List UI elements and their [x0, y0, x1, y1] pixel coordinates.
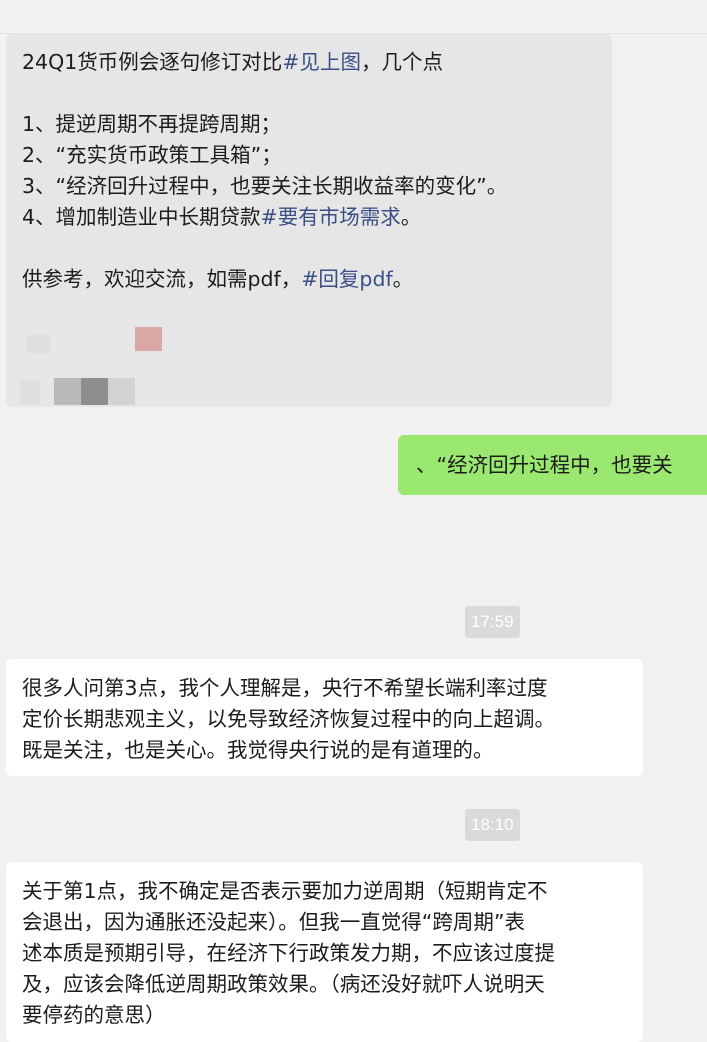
message-line: 2、“充实货币政策工具箱”；	[22, 143, 282, 167]
timestamp: 17:59	[465, 606, 520, 638]
redacted-mosaic-image	[26, 335, 50, 353]
message-text: 、“经济回升过程中，也要关	[416, 453, 673, 477]
hashtag-link[interactable]: #回复pdf	[301, 267, 392, 291]
message-line: 供参考，欢迎交流，如需pdf，#回复pdf。	[22, 267, 414, 291]
redacted-mosaic-image	[20, 380, 40, 404]
hashtag-link[interactable]: #见上图	[282, 50, 361, 74]
message-bubble-incoming-2[interactable]: 很多人问第3点，我个人理解是，央行不希望长端利率过度 定价长期悲观主义，以免导致…	[6, 659, 643, 776]
message-bubble-incoming-3[interactable]: 关于第1点，我不确定是否表示要加力逆周期（短期肯定不 会退出，因为通胀还没起来）…	[6, 862, 643, 1042]
message-line: 1、提逆周期不再提跨周期；	[22, 112, 282, 136]
redacted-mosaic-image	[135, 327, 162, 351]
message-line: 很多人问第3点，我个人理解是，央行不希望长端利率过度	[22, 676, 548, 700]
redacted-mosaic-image	[54, 378, 81, 405]
message-line: 及，应该会降低逆周期政策效果。（病还没好就吓人说明天	[22, 972, 545, 996]
message-line: 3、“经济回升过程中，也要关注长期收益率的变化”。	[22, 174, 508, 198]
timestamp: 18:10	[465, 809, 520, 841]
message-line: 述本质是预期引导，在经济下行政策发力期，不应该过度提	[22, 941, 555, 965]
message-line: 关于第1点，我不确定是否表示要加力逆周期（短期肯定不	[22, 879, 548, 903]
message-line: 24Q1货币例会逐句修订对比#见上图，几个点	[22, 50, 443, 74]
hashtag-link[interactable]: #要有市场需求	[261, 205, 401, 229]
message-line: 既是关注，也是关心。我觉得央行说的是有道理的。	[22, 738, 494, 762]
redacted-mosaic-image	[108, 378, 135, 405]
message-bubble-outgoing[interactable]: 、“经济回升过程中，也要关	[398, 435, 707, 495]
message-line: 定价长期悲观主义，以免导致经济恢复过程中的向上超调。	[22, 707, 555, 731]
message-bubble-incoming-1[interactable]: 24Q1货币例会逐句修订对比#见上图，几个点 1、提逆周期不再提跨周期； 2、“…	[6, 34, 612, 407]
message-line: 4、增加制造业中长期贷款#要有市场需求。	[22, 205, 422, 229]
message-line: 要停药的意思）	[22, 1003, 166, 1027]
redacted-mosaic-image	[81, 378, 108, 405]
message-line: 会退出，因为通胀还没起来）。但我一直觉得“跨周期”表	[22, 910, 525, 934]
